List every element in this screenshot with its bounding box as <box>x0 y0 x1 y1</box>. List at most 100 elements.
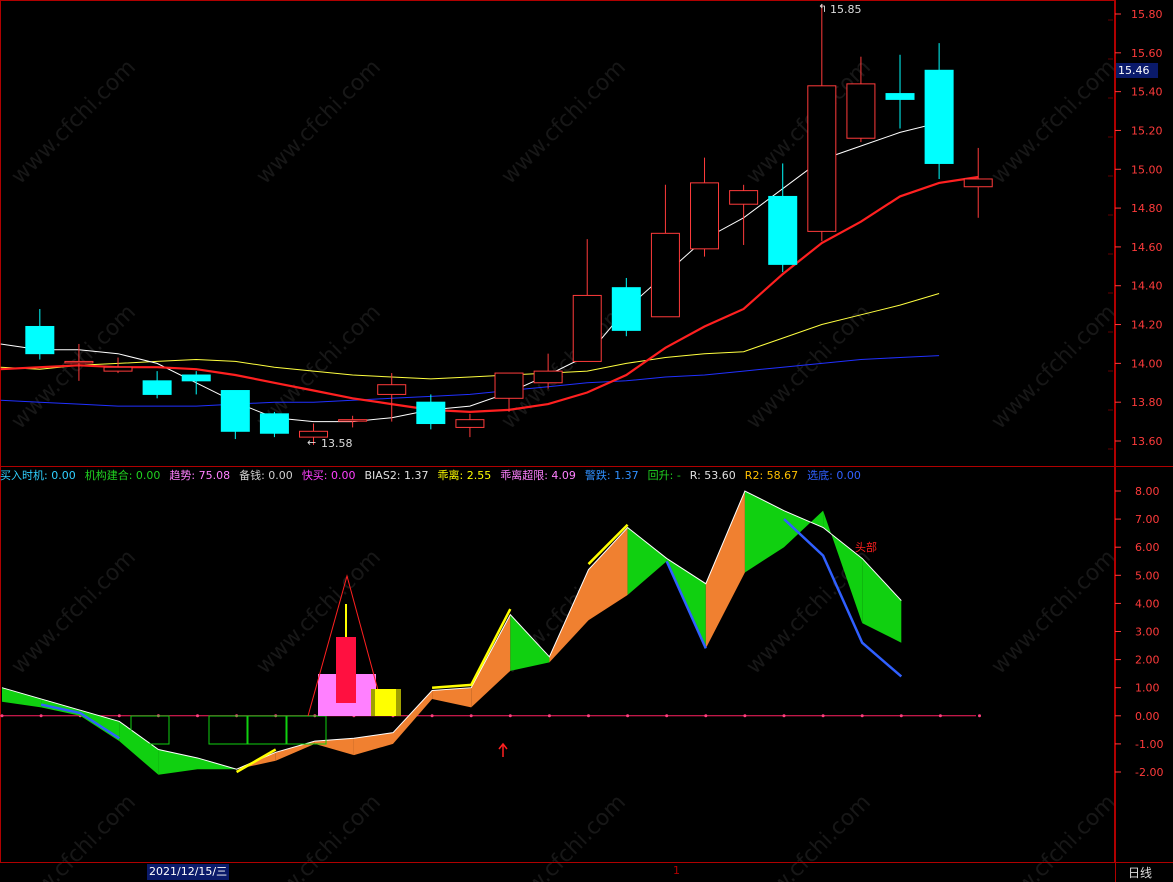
candle-body <box>142 380 172 395</box>
zero-dot <box>39 714 43 718</box>
high-arrow-icon: ↰ <box>818 2 828 15</box>
band-segment <box>471 614 511 708</box>
indicator-tick-label: 6.00 <box>1135 541 1160 554</box>
indicator-axis: 8.00 7.00 6.00 5.00 4.00 3.00 2.00 1.00 0.00 -1.0… <box>1115 485 1163 779</box>
candle-body <box>103 366 133 372</box>
legend-item: R: 53.60 <box>689 469 736 482</box>
band-segment <box>432 687 472 708</box>
legend-item: 警跌: 1.37 <box>584 469 639 482</box>
signal-box <box>208 715 248 745</box>
bottom-marker: 1 <box>673 864 680 877</box>
zero-dot <box>704 714 708 718</box>
chart-canvas: www.cfchi.com www.cfchi.com www.cfchi.com w… <box>0 0 1173 882</box>
watermark-text: www.cfchi.com <box>497 55 631 189</box>
candle-body <box>572 294 602 362</box>
date-label: 2021/12/15/三 <box>147 864 230 880</box>
candle-body <box>611 287 641 331</box>
candle-body <box>690 182 720 250</box>
legend-item: 乖离超限: 4.09 <box>500 469 576 482</box>
candle-body <box>338 419 368 422</box>
zero-dot <box>196 714 199 718</box>
price-tick-label: 15.40 <box>1131 86 1163 99</box>
watermark-text: www.cfchi.com <box>252 545 386 679</box>
zero-dot <box>899 714 903 718</box>
candle-body <box>963 178 993 188</box>
watermark-text: www.cfchi.com <box>252 55 386 189</box>
legend-item: 选底: 0.00 <box>807 469 861 482</box>
candle-body <box>846 83 876 139</box>
band-segment <box>119 721 159 775</box>
zero-dot <box>626 714 630 718</box>
legend-item: 买入时机: 0.00 <box>0 469 76 482</box>
candle-body <box>220 390 250 432</box>
candle-body <box>924 69 954 164</box>
candle-body <box>64 360 94 364</box>
price-tick-label: 13.60 <box>1131 435 1163 448</box>
yellow-bar-edge <box>371 689 375 716</box>
price-tick-label: 15.60 <box>1131 47 1163 60</box>
indicator-tick-label: 1.00 <box>1135 682 1160 695</box>
price-tick-label: 14.80 <box>1131 202 1163 215</box>
watermark-text: www.cfchi.com <box>987 300 1121 434</box>
zero-dot <box>860 714 864 718</box>
candle-body <box>259 413 289 434</box>
signal-box <box>247 715 287 745</box>
buy-arrow-icon <box>498 742 508 757</box>
band-segment <box>784 510 824 548</box>
legend-item: R2: 58.67 <box>744 469 799 482</box>
price-tick-label: 15.00 <box>1131 163 1163 176</box>
band-segment <box>744 491 784 573</box>
band-segment <box>627 527 667 595</box>
indicator-tick-label: 4.00 <box>1135 597 1160 610</box>
zero-dot <box>508 714 512 718</box>
zero-dot <box>782 714 786 718</box>
candle-body <box>377 384 407 395</box>
zero-dot <box>547 714 551 718</box>
candle-body <box>768 195 798 265</box>
candle-body <box>455 419 485 428</box>
red-signal-bar <box>336 637 356 703</box>
legend-item: 快买: 0.00 <box>301 469 356 482</box>
low-arrow-icon: ← <box>307 436 317 449</box>
price-tick-label: 14.40 <box>1131 280 1163 293</box>
zero-dot <box>0 714 4 718</box>
indicator-tick-label: 2.00 <box>1135 654 1160 667</box>
price-tick-label: 15.20 <box>1131 124 1163 137</box>
watermark-text: www.cfchi.com <box>497 790 631 882</box>
watermark-text: www.cfchi.com <box>742 790 876 882</box>
zero-dot <box>821 714 825 718</box>
zero-dot <box>665 714 669 718</box>
indicator-panel <box>0 490 981 775</box>
candle-body <box>181 374 211 382</box>
candle-body <box>729 190 759 205</box>
band-segment <box>588 527 628 621</box>
candle-body <box>533 370 563 384</box>
candle-body <box>416 401 446 425</box>
legend-item: 乖离: 2.55 <box>437 469 492 482</box>
price-tick-label: 14.60 <box>1131 241 1163 254</box>
zero-dot <box>430 714 434 718</box>
candle-body <box>885 93 915 100</box>
watermark-text: www.cfchi.com <box>987 790 1121 882</box>
indicator-tick-label: -2.00 <box>1135 766 1163 779</box>
zero-dot <box>743 714 747 718</box>
zero-dot <box>587 714 590 718</box>
indicator-tick-label: 0.00 <box>1135 710 1160 723</box>
indicator-tick-label: 3.00 <box>1135 626 1160 639</box>
period-button[interactable]: 日线 <box>1128 864 1152 881</box>
legend-item: BIAS2: 1.37 <box>364 469 429 482</box>
high-annotation: 15.85 <box>830 3 862 16</box>
legend-item: 回升: - <box>647 469 681 482</box>
zero-dot <box>117 714 121 718</box>
indicator-tick-label: 7.00 <box>1135 513 1160 526</box>
watermark-text: www.cfchi.com <box>252 790 386 882</box>
price-tick-label: 14.20 <box>1131 319 1163 332</box>
candle-body <box>494 372 524 399</box>
zero-dot <box>938 714 942 718</box>
legend-item: 机构建合: 0.00 <box>84 469 161 482</box>
band-segment <box>862 558 902 643</box>
current-price-tag: 15.46 <box>1116 63 1158 78</box>
watermark-text: www.cfchi.com <box>7 55 141 189</box>
indicator-legend: 买入时机: 0.00 机构建合: 0.00 趋势: 75.08 备钱: 0.00 快买:… <box>0 467 870 483</box>
band-segment <box>353 732 393 756</box>
